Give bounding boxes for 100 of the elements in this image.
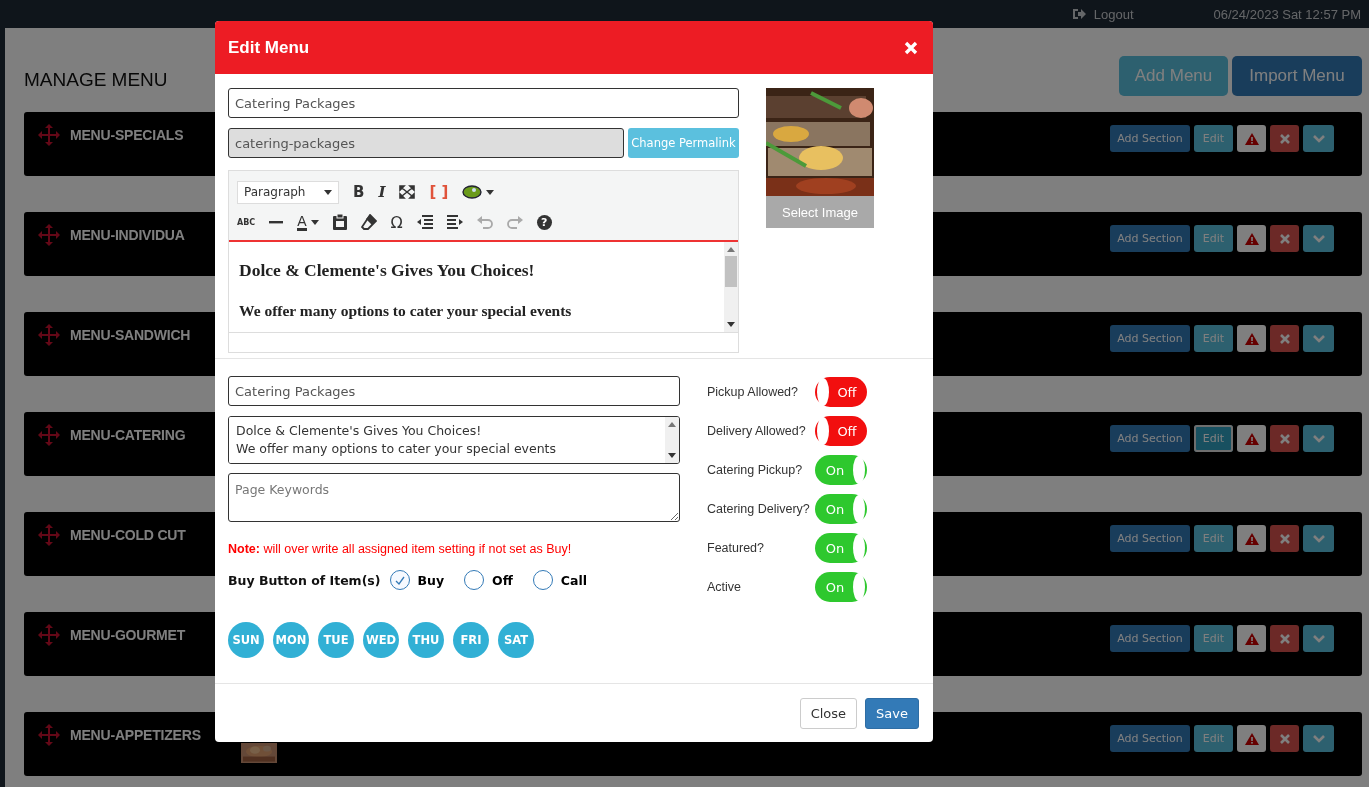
day-button[interactable]: SUN (228, 622, 264, 658)
bold-button[interactable]: B (353, 183, 365, 201)
warning-button[interactable] (1237, 125, 1266, 152)
add-section-button[interactable]: Add Section (1110, 325, 1190, 352)
add-section-button[interactable]: Add Section (1110, 625, 1190, 652)
outdent-icon[interactable] (416, 215, 433, 229)
import-menu-button[interactable]: Import Menu (1232, 56, 1362, 96)
edit-button[interactable]: Edit (1194, 325, 1233, 352)
italic-button[interactable]: I (378, 183, 386, 201)
keywords-field[interactable]: Page Keywords (228, 473, 680, 522)
move-icon[interactable] (38, 124, 60, 146)
special-character-button[interactable]: Ω (390, 212, 403, 232)
radio-option[interactable]: Buy (389, 570, 445, 590)
add-section-button[interactable]: Add Section (1110, 125, 1190, 152)
toggle-switch[interactable]: Off (815, 416, 867, 446)
format-dropdown[interactable]: Paragraph (237, 180, 339, 204)
move-icon[interactable] (38, 524, 60, 546)
edit-button[interactable]: Edit (1194, 225, 1233, 252)
toggle-switch[interactable]: Off (815, 377, 867, 407)
radio-button[interactable] (389, 570, 410, 590)
day-button[interactable]: THU (408, 622, 444, 658)
help-button[interactable]: ? (536, 214, 552, 230)
delete-button[interactable] (1270, 225, 1299, 252)
page-title: MANAGE MENU (24, 69, 168, 91)
toggle-switch[interactable]: On (815, 572, 867, 602)
title-field[interactable]: Catering Packages (228, 376, 680, 406)
save-button[interactable]: Save (865, 698, 919, 729)
delete-button[interactable] (1270, 325, 1299, 352)
radio-option[interactable]: Off (464, 570, 513, 590)
expand-button[interactable] (1303, 225, 1334, 252)
close-icon (1279, 333, 1290, 344)
toggle-switch[interactable]: On (815, 533, 867, 563)
dialog-title: Edit Menu (228, 37, 310, 58)
indent-icon[interactable] (446, 215, 463, 229)
name-field[interactable]: Catering Packages (228, 88, 739, 118)
undo-icon[interactable] (476, 215, 493, 229)
spellcheck-button[interactable]: ABC (237, 217, 256, 227)
add-section-button[interactable]: Add Section (1110, 525, 1190, 552)
toggle-switch[interactable]: On (815, 494, 867, 524)
day-button[interactable]: MON (273, 622, 309, 658)
chevron-down-icon (1312, 134, 1325, 143)
move-icon[interactable] (38, 324, 60, 346)
radio-option[interactable]: Call (532, 570, 588, 590)
expand-button[interactable] (1303, 525, 1334, 552)
edit-button[interactable]: Edit (1194, 125, 1233, 152)
edit-button[interactable]: Edit (1194, 425, 1233, 452)
permalink-field[interactable]: catering-packages (228, 128, 624, 158)
day-button[interactable]: FRI (453, 622, 489, 658)
warning-button[interactable] (1237, 525, 1266, 552)
add-menu-button[interactable]: Add Menu (1119, 56, 1228, 96)
add-section-button[interactable]: Add Section (1110, 425, 1190, 452)
edit-button[interactable]: Edit (1194, 525, 1233, 552)
scrollbar[interactable] (724, 242, 738, 332)
plugin-button[interactable] (462, 185, 495, 199)
delete-button[interactable] (1270, 525, 1299, 552)
chevron-down-icon (1312, 734, 1325, 743)
close-button[interactable]: Close (799, 698, 858, 729)
delete-button[interactable] (1270, 725, 1299, 752)
warning-button[interactable] (1237, 325, 1266, 352)
edit-button[interactable]: Edit (1194, 725, 1233, 752)
warning-button[interactable] (1237, 425, 1266, 452)
eraser-icon[interactable] (360, 214, 377, 230)
select-image-button[interactable]: Select Image (766, 196, 874, 228)
redo-icon[interactable] (506, 215, 523, 229)
warning-button[interactable] (1237, 725, 1266, 752)
expand-button[interactable] (1303, 625, 1334, 652)
warning-button[interactable] (1237, 625, 1266, 652)
expand-button[interactable] (1303, 425, 1334, 452)
move-icon[interactable] (38, 624, 60, 646)
delete-button[interactable] (1270, 125, 1299, 152)
toggle-switch[interactable]: On (815, 455, 867, 485)
editor-paragraph: We offer many options to cater your special events (239, 302, 573, 320)
logout-link[interactable]: Logout (1071, 6, 1134, 22)
close-icon (1279, 533, 1290, 544)
text-color-button[interactable]: A (297, 213, 319, 231)
delete-button[interactable] (1270, 625, 1299, 652)
day-button[interactable]: SAT (498, 622, 534, 658)
fullscreen-icon[interactable] (399, 185, 416, 199)
date-time: 06/24/2023 Sat 12:57 PM (1213, 6, 1361, 22)
close-icon[interactable] (904, 40, 918, 55)
code-button[interactable]: [ ] (429, 183, 449, 201)
clipboard-icon[interactable] (332, 214, 347, 230)
move-icon[interactable] (38, 424, 60, 446)
description-field[interactable]: Dolce & Clemente's Gives You Choices! We offer many options to cater your special events (228, 416, 680, 464)
edit-button[interactable]: Edit (1194, 625, 1233, 652)
expand-button[interactable] (1303, 125, 1334, 152)
warning-icon (1244, 432, 1259, 445)
change-permalink-button[interactable]: Change Permalink (628, 128, 739, 158)
move-icon[interactable] (38, 724, 60, 746)
expand-button[interactable] (1303, 725, 1334, 752)
add-section-button[interactable]: Add Section (1110, 725, 1190, 752)
check-icon (394, 575, 405, 585)
move-icon[interactable] (38, 224, 60, 246)
horizontal-line-icon[interactable] (269, 220, 284, 224)
delete-button[interactable] (1270, 425, 1299, 452)
add-section-button[interactable]: Add Section (1110, 225, 1190, 252)
day-button[interactable]: WED (363, 622, 399, 658)
warning-button[interactable] (1237, 225, 1266, 252)
expand-button[interactable] (1303, 325, 1334, 352)
day-button[interactable]: TUE (318, 622, 354, 658)
